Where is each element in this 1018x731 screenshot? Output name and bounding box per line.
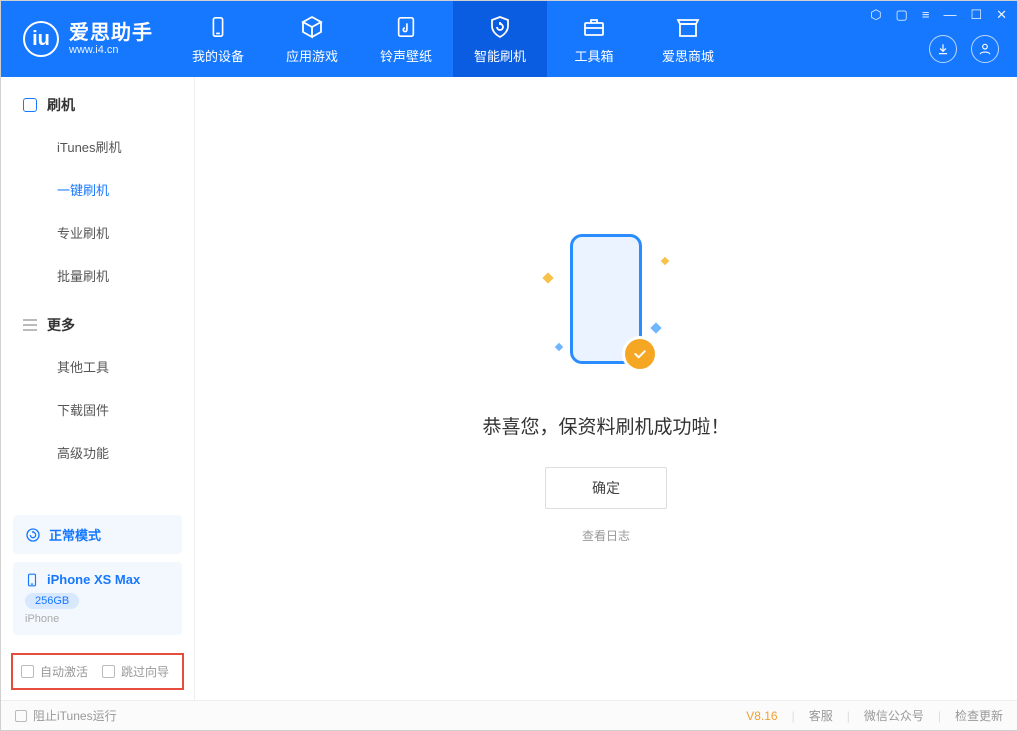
checkbox-icon <box>21 665 34 678</box>
logo-text: 爱思助手 www.i4.cn <box>69 22 153 56</box>
phone-icon <box>25 573 39 587</box>
checkbox-label: 自动激活 <box>40 663 88 680</box>
device-name: iPhone XS Max <box>47 572 140 587</box>
tab-label: 铃声壁纸 <box>380 46 432 65</box>
app-url: www.i4.cn <box>69 44 153 56</box>
sidebar-item-oneclick-flash[interactable]: 一键刷机 <box>1 168 194 211</box>
main-content: 恭喜您，保资料刷机成功啦！ 确定 查看日志 <box>195 77 1017 700</box>
sidebar-item-itunes-flash[interactable]: iTunes刷机 <box>1 125 194 168</box>
sidebar-group-flash: 刷机 <box>1 77 194 125</box>
sidebar-item-download-firmware[interactable]: 下载固件 <box>1 388 194 431</box>
checkbox-auto-activate[interactable]: 自动激活 <box>21 663 88 680</box>
footer-link-update[interactable]: 检查更新 <box>955 707 1003 724</box>
tab-label: 工具箱 <box>574 46 613 65</box>
app-name: 爱思助手 <box>69 22 153 44</box>
minimize-button[interactable]: — <box>943 7 956 23</box>
phone-icon <box>23 98 37 112</box>
refresh-icon <box>25 527 41 543</box>
shield-refresh-icon <box>487 14 513 40</box>
group-title: 刷机 <box>47 95 75 115</box>
footer-link-wechat[interactable]: 微信公众号 <box>864 707 924 724</box>
checkbox-icon <box>15 710 27 722</box>
footer-link-support[interactable]: 客服 <box>809 707 833 724</box>
music-file-icon <box>393 14 419 40</box>
device-icon <box>205 14 231 40</box>
success-message: 恭喜您，保资料刷机成功啦！ <box>482 412 729 439</box>
view-log-link[interactable]: 查看日志 <box>582 527 630 544</box>
tab-toolbox[interactable]: 工具箱 <box>547 1 641 77</box>
logo-icon: iu <box>23 21 59 57</box>
checkbox-skip-guide[interactable]: 跳过向导 <box>102 663 169 680</box>
user-icon[interactable] <box>971 35 999 63</box>
app-header: iu 爱思助手 www.i4.cn 我的设备 应用游戏 铃声壁纸 智能刷机 工具… <box>1 1 1017 77</box>
confirm-button[interactable]: 确定 <box>545 467 667 509</box>
footer: 阻止iTunes运行 V8.16 | 客服 | 微信公众号 | 检查更新 <box>1 700 1017 730</box>
device-info-box[interactable]: iPhone XS Max 256GB iPhone <box>13 562 182 635</box>
download-icon[interactable] <box>929 35 957 63</box>
success-illustration <box>546 234 666 384</box>
checkbox-block-itunes[interactable]: 阻止iTunes运行 <box>15 707 117 724</box>
sidebar-item-batch-flash[interactable]: 批量刷机 <box>1 254 194 297</box>
store-icon <box>675 14 701 40</box>
tab-flash[interactable]: 智能刷机 <box>453 1 547 77</box>
tab-label: 应用游戏 <box>286 46 338 65</box>
lock-icon[interactable]: ▢ <box>896 7 908 23</box>
sidebar-item-advanced[interactable]: 高级功能 <box>1 431 194 474</box>
sidebar-item-other-tools[interactable]: 其他工具 <box>1 345 194 388</box>
tab-label: 智能刷机 <box>474 46 526 65</box>
tab-ringtones[interactable]: 铃声壁纸 <box>359 1 453 77</box>
sidebar: 刷机 iTunes刷机 一键刷机 专业刷机 批量刷机 更多 其他工具 下载固件 … <box>1 77 195 700</box>
success-badge-icon <box>622 336 658 372</box>
tab-label: 我的设备 <box>192 46 244 65</box>
group-title: 更多 <box>47 315 75 335</box>
checkbox-label: 阻止iTunes运行 <box>33 707 117 724</box>
close-button[interactable]: ✕ <box>996 7 1007 23</box>
bottom-options-highlight: 自动激活 跳过向导 <box>11 653 184 690</box>
tab-my-device[interactable]: 我的设备 <box>171 1 265 77</box>
checkbox-icon <box>102 665 115 678</box>
cube-icon <box>299 14 325 40</box>
app-body: 刷机 iTunes刷机 一键刷机 专业刷机 批量刷机 更多 其他工具 下载固件 … <box>1 77 1017 700</box>
version-label: V8.16 <box>746 709 777 723</box>
list-icon <box>23 319 37 331</box>
window-controls: ⬡ ▢ ≡ — ☐ ✕ <box>870 7 1007 23</box>
logo-block: iu 爱思助手 www.i4.cn <box>1 1 171 77</box>
menu-icon[interactable]: ≡ <box>922 7 930 23</box>
mode-box[interactable]: 正常模式 <box>13 515 182 554</box>
header-aux-icons <box>929 35 999 63</box>
mode-label: 正常模式 <box>49 525 101 544</box>
toolbox-icon <box>581 14 607 40</box>
footer-right: V8.16 | 客服 | 微信公众号 | 检查更新 <box>746 707 1003 724</box>
device-type: iPhone <box>25 613 170 625</box>
checkbox-label: 跳过向导 <box>121 663 169 680</box>
maximize-button[interactable]: ☐ <box>970 7 982 23</box>
main-tabs: 我的设备 应用游戏 铃声壁纸 智能刷机 工具箱 爱思商城 <box>171 1 735 77</box>
tab-apps-games[interactable]: 应用游戏 <box>265 1 359 77</box>
sidebar-group-more: 更多 <box>1 297 194 345</box>
shirt-icon[interactable]: ⬡ <box>870 7 881 23</box>
sidebar-item-pro-flash[interactable]: 专业刷机 <box>1 211 194 254</box>
tab-label: 爱思商城 <box>662 46 714 65</box>
tab-store[interactable]: 爱思商城 <box>641 1 735 77</box>
device-storage: 256GB <box>25 593 79 609</box>
